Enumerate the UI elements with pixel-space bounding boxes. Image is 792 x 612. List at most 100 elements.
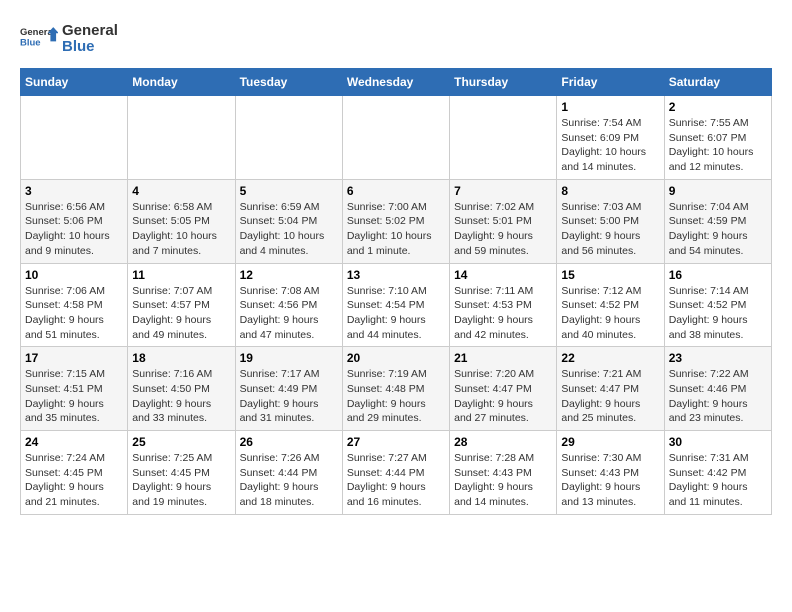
day-cell: 14 Sunrise: 7:11 AMSunset: 4:53 PMDayligh… — [450, 263, 557, 347]
week-row-1: 1 Sunrise: 7:54 AMSunset: 6:09 PMDaylight… — [21, 96, 772, 180]
day-number: 9 — [669, 184, 767, 198]
day-number: 7 — [454, 184, 552, 198]
day-number: 26 — [240, 435, 338, 449]
day-info: Sunrise: 7:10 AMSunset: 4:54 PMDaylight:… — [347, 284, 445, 343]
day-info: Sunrise: 7:14 AMSunset: 4:52 PMDaylight:… — [669, 284, 767, 343]
logo-blue: Blue — [62, 38, 95, 55]
weekday-header-wednesday: Wednesday — [342, 69, 449, 96]
header: General Blue General Blue — [20, 20, 772, 58]
day-number: 14 — [454, 268, 552, 282]
day-number: 20 — [347, 351, 445, 365]
day-info: Sunrise: 7:25 AMSunset: 4:45 PMDaylight:… — [132, 451, 230, 510]
day-cell — [21, 96, 128, 180]
logo-svg: General Blue — [20, 20, 58, 58]
day-number: 11 — [132, 268, 230, 282]
day-number: 25 — [132, 435, 230, 449]
day-cell: 15 Sunrise: 7:12 AMSunset: 4:52 PMDayligh… — [557, 263, 664, 347]
day-cell: 9 Sunrise: 7:04 AMSunset: 4:59 PMDaylight… — [664, 179, 771, 263]
day-cell: 6 Sunrise: 7:00 AMSunset: 5:02 PMDaylight… — [342, 179, 449, 263]
day-info: Sunrise: 7:19 AMSunset: 4:48 PMDaylight:… — [347, 367, 445, 426]
day-number: 13 — [347, 268, 445, 282]
weekday-header-thursday: Thursday — [450, 69, 557, 96]
day-info: Sunrise: 7:55 AMSunset: 6:07 PMDaylight:… — [669, 116, 767, 175]
day-cell: 30 Sunrise: 7:31 AMSunset: 4:42 PMDayligh… — [664, 431, 771, 515]
day-cell: 5 Sunrise: 6:59 AMSunset: 5:04 PMDaylight… — [235, 179, 342, 263]
day-info: Sunrise: 7:11 AMSunset: 4:53 PMDaylight:… — [454, 284, 552, 343]
day-cell: 24Sunrise: 7:24 AMSunset: 4:45 PMDayligh… — [21, 431, 128, 515]
day-info: Sunrise: 7:06 AMSunset: 4:58 PMDaylight:… — [25, 284, 123, 343]
day-info: Sunrise: 7:26 AMSunset: 4:44 PMDaylight:… — [240, 451, 338, 510]
day-cell — [235, 96, 342, 180]
day-info: Sunrise: 7:04 AMSunset: 4:59 PMDaylight:… — [669, 200, 767, 259]
day-info: Sunrise: 7:31 AMSunset: 4:42 PMDaylight:… — [669, 451, 767, 510]
day-info: Sunrise: 7:03 AMSunset: 5:00 PMDaylight:… — [561, 200, 659, 259]
day-info: Sunrise: 7:27 AMSunset: 4:44 PMDaylight:… — [347, 451, 445, 510]
day-cell: 18 Sunrise: 7:16 AMSunset: 4:50 PMDayligh… — [128, 347, 235, 431]
day-cell: 11 Sunrise: 7:07 AMSunset: 4:57 PMDayligh… — [128, 263, 235, 347]
day-number: 17 — [25, 351, 123, 365]
day-cell: 2 Sunrise: 7:55 AMSunset: 6:07 PMDaylight… — [664, 96, 771, 180]
day-number: 19 — [240, 351, 338, 365]
day-number: 23 — [669, 351, 767, 365]
week-row-3: 10 Sunrise: 7:06 AMSunset: 4:58 PMDayligh… — [21, 263, 772, 347]
day-info: Sunrise: 6:59 AMSunset: 5:04 PMDaylight:… — [240, 200, 338, 259]
day-number: 28 — [454, 435, 552, 449]
weekday-header-saturday: Saturday — [664, 69, 771, 96]
weekday-header-tuesday: Tuesday — [235, 69, 342, 96]
day-cell — [342, 96, 449, 180]
day-cell: 28 Sunrise: 7:28 AMSunset: 4:43 PMDayligh… — [450, 431, 557, 515]
day-info: Sunrise: 7:07 AMSunset: 4:57 PMDaylight:… — [132, 284, 230, 343]
day-number: 27 — [347, 435, 445, 449]
day-info: Sunrise: 7:12 AMSunset: 4:52 PMDaylight:… — [561, 284, 659, 343]
day-cell — [450, 96, 557, 180]
day-cell: 21 Sunrise: 7:20 AMSunset: 4:47 PMDayligh… — [450, 347, 557, 431]
day-number: 22 — [561, 351, 659, 365]
day-cell: 29 Sunrise: 7:30 AMSunset: 4:43 PMDayligh… — [557, 431, 664, 515]
day-cell — [128, 96, 235, 180]
day-number: 21 — [454, 351, 552, 365]
day-number: 5 — [240, 184, 338, 198]
day-cell: 3 Sunrise: 6:56 AMSunset: 5:06 PMDaylight… — [21, 179, 128, 263]
day-number: 10 — [25, 268, 123, 282]
week-row-2: 3 Sunrise: 6:56 AMSunset: 5:06 PMDaylight… — [21, 179, 772, 263]
day-info: Sunrise: 7:21 AMSunset: 4:47 PMDaylight:… — [561, 367, 659, 426]
day-info: Sunrise: 7:00 AMSunset: 5:02 PMDaylight:… — [347, 200, 445, 259]
day-number: 4 — [132, 184, 230, 198]
day-info: Sunrise: 7:28 AMSunset: 4:43 PMDaylight:… — [454, 451, 552, 510]
day-number: 12 — [240, 268, 338, 282]
day-cell: 13 Sunrise: 7:10 AMSunset: 4:54 PMDayligh… — [342, 263, 449, 347]
day-cell: 23 Sunrise: 7:22 AMSunset: 4:46 PMDayligh… — [664, 347, 771, 431]
day-number: 29 — [561, 435, 659, 449]
day-info: Sunrise: 7:30 AMSunset: 4:43 PMDaylight:… — [561, 451, 659, 510]
day-number: 18 — [132, 351, 230, 365]
day-cell: 8Sunrise: 7:03 AMSunset: 5:00 PMDaylight… — [557, 179, 664, 263]
day-info: Sunrise: 7:16 AMSunset: 4:50 PMDaylight:… — [132, 367, 230, 426]
day-info: Sunrise: 7:20 AMSunset: 4:47 PMDaylight:… — [454, 367, 552, 426]
day-number: 2 — [669, 100, 767, 114]
day-info: Sunrise: 7:02 AMSunset: 5:01 PMDaylight:… — [454, 200, 552, 259]
day-number: 30 — [669, 435, 767, 449]
day-cell: 19Sunrise: 7:17 AMSunset: 4:49 PMDayligh… — [235, 347, 342, 431]
day-info: Sunrise: 7:08 AMSunset: 4:56 PMDaylight:… — [240, 284, 338, 343]
day-info: Sunrise: 7:22 AMSunset: 4:46 PMDaylight:… — [669, 367, 767, 426]
day-number: 16 — [669, 268, 767, 282]
day-cell: 16 Sunrise: 7:14 AMSunset: 4:52 PMDayligh… — [664, 263, 771, 347]
day-number: 6 — [347, 184, 445, 198]
weekday-header-monday: Monday — [128, 69, 235, 96]
day-cell: 27 Sunrise: 7:27 AMSunset: 4:44 PMDayligh… — [342, 431, 449, 515]
day-cell: 17Sunrise: 7:15 AMSunset: 4:51 PMDayligh… — [21, 347, 128, 431]
day-number: 1 — [561, 100, 659, 114]
day-info: Sunrise: 7:54 AMSunset: 6:09 PMDaylight:… — [561, 116, 659, 175]
day-number: 15 — [561, 268, 659, 282]
day-info: Sunrise: 6:56 AMSunset: 5:06 PMDaylight:… — [25, 200, 123, 259]
day-number: 3 — [25, 184, 123, 198]
day-cell: 10 Sunrise: 7:06 AMSunset: 4:58 PMDayligh… — [21, 263, 128, 347]
weekday-header-friday: Friday — [557, 69, 664, 96]
day-cell: 26 Sunrise: 7:26 AMSunset: 4:44 PMDayligh… — [235, 431, 342, 515]
day-cell: 4Sunrise: 6:58 AMSunset: 5:05 PMDaylight… — [128, 179, 235, 263]
weekday-header-row: SundayMondayTuesdayWednesdayThursdayFrid… — [21, 69, 772, 96]
day-cell: 12 Sunrise: 7:08 AMSunset: 4:56 PMDayligh… — [235, 263, 342, 347]
day-cell: 22 Sunrise: 7:21 AMSunset: 4:47 PMDayligh… — [557, 347, 664, 431]
day-number: 24 — [25, 435, 123, 449]
week-row-5: 24Sunrise: 7:24 AMSunset: 4:45 PMDayligh… — [21, 431, 772, 515]
